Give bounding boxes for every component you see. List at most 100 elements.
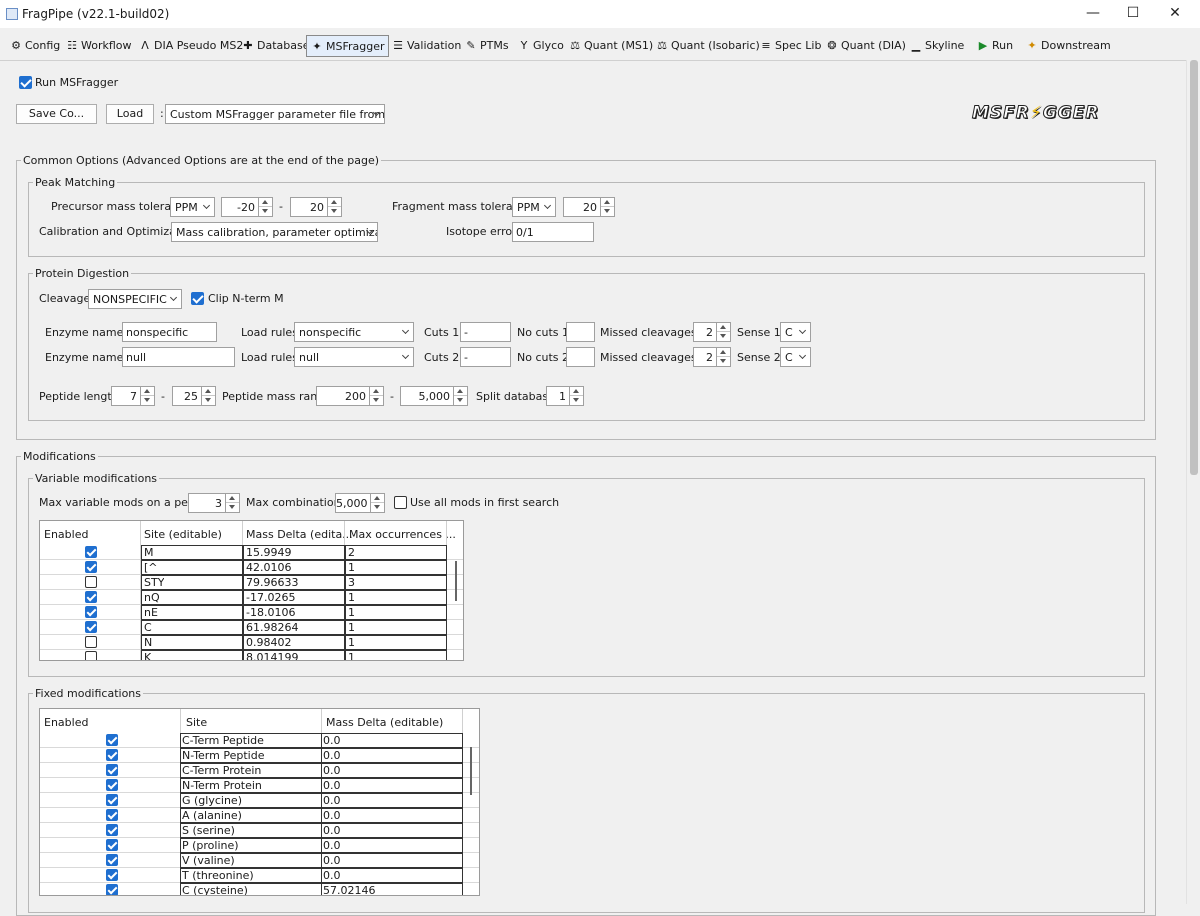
max-occurrences-cell[interactable]: 2 — [348, 546, 355, 559]
max-occurrences-cell[interactable]: 1 — [348, 636, 355, 649]
mass-delta-cell[interactable]: 0.98402 — [246, 636, 292, 649]
enabled-checkbox[interactable] — [106, 764, 118, 776]
spinner-down-icon[interactable] — [226, 503, 239, 512]
load-button[interactable]: Load — [106, 104, 154, 124]
fragment-tolerance-spinner[interactable]: 20 — [563, 197, 615, 217]
load-rules1-dropdown[interactable]: nonspecific — [294, 322, 414, 342]
variable-mods-scrollbar[interactable] — [455, 561, 457, 601]
enabled-checkbox[interactable] — [85, 591, 97, 603]
split-database-spinner[interactable]: 1 — [546, 386, 584, 406]
max-occurrences-cell[interactable]: 1 — [348, 651, 355, 660]
spinner-down-icon[interactable] — [717, 357, 730, 366]
spinner-up-icon[interactable] — [371, 494, 384, 503]
calibration-dropdown[interactable]: Mass calibration, parameter optimization — [171, 222, 378, 242]
isotope-error-input[interactable]: 0/1 — [512, 222, 594, 242]
mass-delta-cell[interactable]: 79.96633 — [246, 576, 299, 589]
table-row[interactable]: P (proline) 0.0 — [40, 838, 479, 853]
tab-quant-isobaric[interactable]: ⚖ Quant (Isobaric) — [652, 35, 763, 57]
missed2-spinner[interactable]: 2 — [693, 347, 731, 367]
table-row[interactable]: A (alanine) 0.0 — [40, 808, 479, 823]
mass-range-max-spinner[interactable]: 5,000 — [400, 386, 468, 406]
enabled-checkbox[interactable] — [106, 854, 118, 866]
max-occurrences-cell[interactable]: 1 — [348, 621, 355, 634]
site-cell[interactable]: K — [144, 651, 151, 660]
cuts2-input[interactable]: - — [460, 347, 511, 367]
spinner-down-icon[interactable] — [328, 207, 341, 216]
spinner-down-icon[interactable] — [601, 207, 614, 216]
enabled-checkbox[interactable] — [106, 794, 118, 806]
page-scrollbar[interactable] — [1186, 60, 1200, 904]
sense2-dropdown[interactable]: C — [780, 347, 811, 367]
site-cell[interactable]: C — [144, 621, 152, 634]
mass-delta-cell[interactable]: 61.98264 — [246, 621, 299, 634]
mass-delta-cell[interactable]: 0.0 — [323, 824, 341, 837]
missed1-spinner[interactable]: 2 — [693, 322, 731, 342]
mass-delta-cell[interactable]: -17.0265 — [246, 591, 295, 604]
site-cell[interactable]: [^ — [144, 561, 158, 574]
spinner-up-icon[interactable] — [328, 198, 341, 207]
table-row[interactable]: K 8.014199 1 — [40, 650, 463, 660]
enabled-checkbox[interactable] — [106, 884, 118, 895]
precursor-high-spinner[interactable]: 20 — [290, 197, 342, 217]
precursor-unit-dropdown[interactable]: PPM — [170, 197, 215, 217]
mass-delta-cell[interactable]: 0.0 — [323, 749, 341, 762]
fixed-mods-scrollbar[interactable] — [470, 747, 472, 795]
table-row[interactable]: M 15.9949 2 — [40, 545, 463, 560]
table-row[interactable]: nE -18.0106 1 — [40, 605, 463, 620]
tab-run[interactable]: ▶ Run — [973, 35, 1016, 57]
tab-config[interactable]: ⚙ Config — [6, 35, 63, 57]
spinner-down-icon[interactable] — [371, 503, 384, 512]
save-config-button[interactable]: Save Co... — [16, 104, 97, 124]
enabled-checkbox[interactable] — [85, 546, 97, 558]
max-combinations-spinner[interactable]: 5,000 — [335, 493, 385, 513]
spinner-down-icon[interactable] — [202, 396, 215, 405]
mass-delta-cell[interactable]: 0.0 — [323, 809, 341, 822]
mass-delta-cell[interactable]: 0.0 — [323, 764, 341, 777]
mass-delta-cell[interactable]: 0.0 — [323, 839, 341, 852]
spinner-up-icon[interactable] — [202, 387, 215, 396]
table-row[interactable]: C-Term Peptide 0.0 — [40, 733, 479, 748]
column-site[interactable]: Site (editable) — [144, 528, 222, 541]
cleavage-dropdown[interactable]: NONSPECIFIC — [88, 289, 182, 309]
tab-spec-lib[interactable]: ≡ Spec Lib — [756, 35, 824, 57]
enabled-checkbox[interactable] — [106, 824, 118, 836]
mass-delta-cell[interactable]: 0.0 — [323, 794, 341, 807]
spinner-down-icon[interactable] — [141, 396, 154, 405]
mass-delta-cell[interactable]: -18.0106 — [246, 606, 295, 619]
spinner-up-icon[interactable] — [570, 387, 583, 396]
peptide-length-min-spinner[interactable]: 7 — [111, 386, 155, 406]
spinner-down-icon[interactable] — [370, 396, 383, 405]
nocuts2-input[interactable] — [566, 347, 595, 367]
spinner-down-icon[interactable] — [259, 207, 272, 216]
mass-delta-cell[interactable]: 8.014199 — [246, 651, 299, 660]
close-button[interactable]: ✕ — [1152, 2, 1198, 26]
max-occurrences-cell[interactable]: 1 — [348, 561, 355, 574]
page-scrollbar-thumb[interactable] — [1190, 60, 1198, 475]
spinner-up-icon[interactable] — [717, 348, 730, 357]
table-row[interactable]: STY 79.96633 3 — [40, 575, 463, 590]
mass-delta-cell[interactable]: 0.0 — [323, 869, 341, 882]
tab-skyline[interactable]: ▁ Skyline — [906, 35, 967, 57]
site-cell[interactable]: nE — [144, 606, 158, 619]
column-mass-delta[interactable]: Mass Delta (editable) — [326, 716, 443, 729]
cuts1-input[interactable]: - — [460, 322, 511, 342]
spinner-up-icon[interactable] — [717, 323, 730, 332]
table-row[interactable]: C 61.98264 1 — [40, 620, 463, 635]
table-row[interactable]: [^ 42.0106 1 — [40, 560, 463, 575]
spinner-up-icon[interactable] — [141, 387, 154, 396]
tab-quant-ms1[interactable]: ⚖ Quant (MS1) — [565, 35, 656, 57]
spinner-down-icon[interactable] — [717, 332, 730, 341]
peptide-length-max-spinner[interactable]: 25 — [172, 386, 216, 406]
enabled-checkbox[interactable] — [106, 869, 118, 881]
enabled-checkbox[interactable] — [85, 576, 97, 588]
enabled-checkbox[interactable] — [85, 636, 97, 648]
tab-quant-dia[interactable]: ❂ Quant (DIA) — [822, 35, 909, 57]
enzyme1-input[interactable]: nonspecific — [122, 322, 217, 342]
mass-delta-cell[interactable]: 57.02146 — [323, 884, 376, 895]
max-occurrences-cell[interactable]: 3 — [348, 576, 355, 589]
mass-delta-cell[interactable]: 0.0 — [323, 779, 341, 792]
mass-delta-cell[interactable]: 0.0 — [323, 734, 341, 747]
spinner-up-icon[interactable] — [601, 198, 614, 207]
nocuts1-input[interactable] — [566, 322, 595, 342]
column-enabled[interactable]: Enabled — [44, 716, 88, 729]
